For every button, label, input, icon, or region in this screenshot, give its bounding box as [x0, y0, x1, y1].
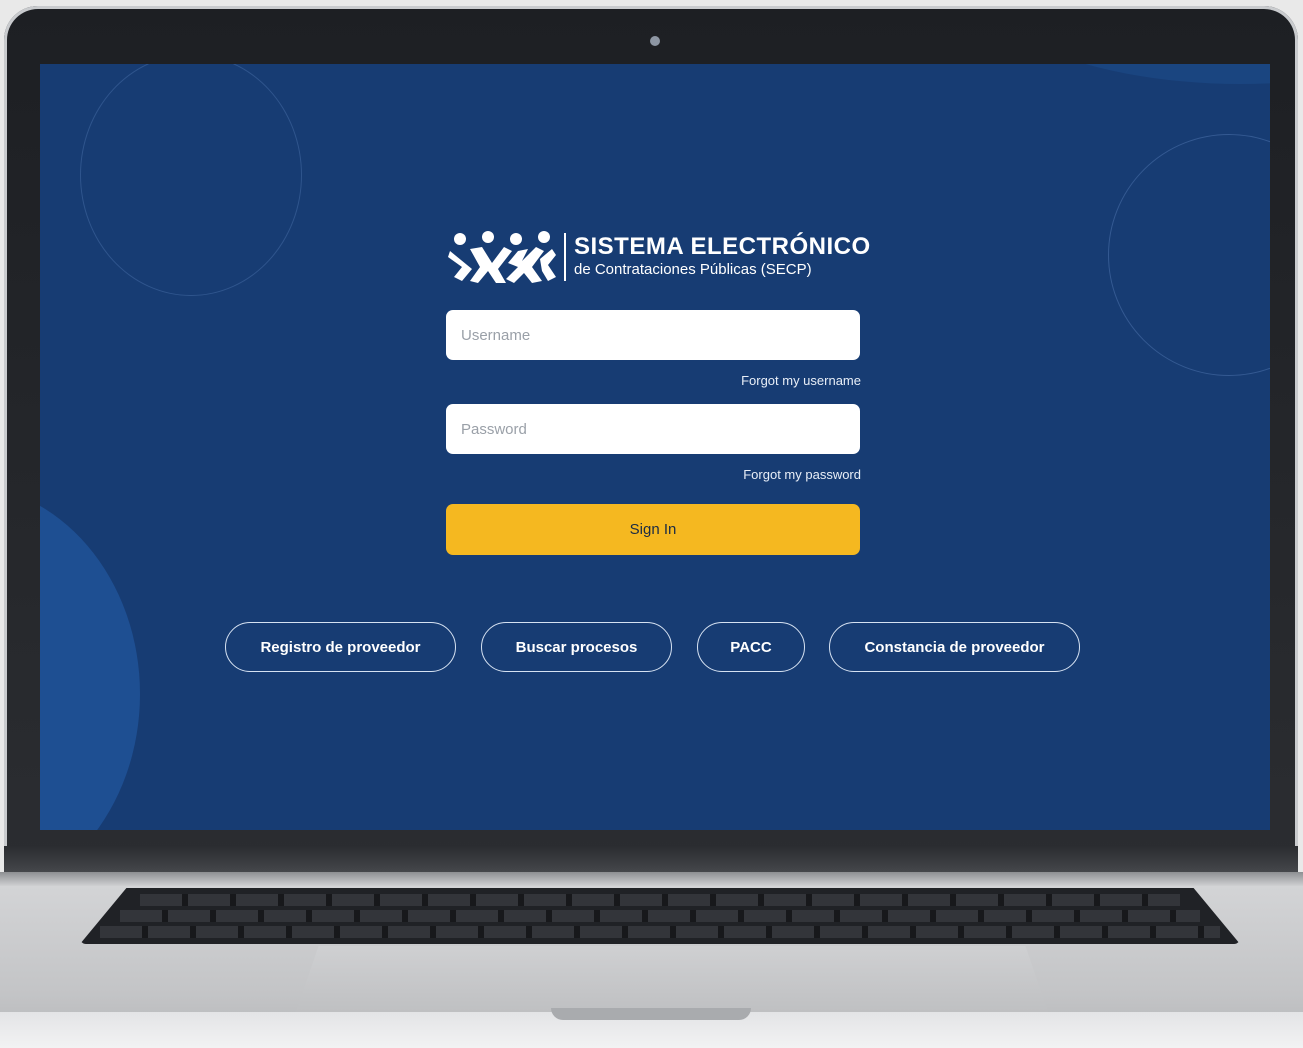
login-screen: SISTEMA ELECTRÓNICO de Contrataciones Pú…	[40, 64, 1270, 830]
sign-in-button[interactable]: Sign In	[446, 504, 860, 555]
buscar-procesos-button[interactable]: Buscar procesos	[481, 622, 672, 672]
forgot-username-link[interactable]: Forgot my username	[741, 373, 861, 388]
key-row	[100, 926, 1220, 938]
camera-dot	[650, 36, 660, 46]
screen-bottom-bezel	[4, 846, 1298, 872]
key-row	[120, 910, 1200, 922]
people-chain-logo-icon	[448, 231, 556, 283]
keyboard	[80, 888, 1240, 944]
laptop-hinge	[0, 872, 1303, 886]
forgot-password-link[interactable]: Forgot my password	[743, 467, 861, 482]
brand-subtitle: de Contrataciones Públicas (SECP)	[574, 261, 812, 278]
decorative-shape	[940, 64, 1270, 84]
brand-title: SISTEMA ELECTRÓNICO	[574, 233, 871, 260]
constancia-proveedor-button[interactable]: Constancia de proveedor	[829, 622, 1080, 672]
decorative-shape	[40, 484, 140, 830]
laptop-lid: SISTEMA ELECTRÓNICO de Contrataciones Pú…	[4, 6, 1298, 872]
pacc-button[interactable]: PACC	[697, 622, 805, 672]
key-row	[140, 894, 1180, 906]
decorative-ring	[80, 64, 302, 296]
username-input[interactable]	[446, 310, 860, 360]
registro-proveedor-button[interactable]: Registro de proveedor	[225, 622, 456, 672]
laptop-notch	[551, 1008, 751, 1020]
trackpad	[296, 946, 1048, 1012]
decorative-ring	[1108, 134, 1270, 376]
password-input[interactable]	[446, 404, 860, 454]
brand-header: SISTEMA ELECTRÓNICO de Contrataciones Pú…	[448, 229, 871, 289]
brand-divider	[564, 233, 566, 281]
